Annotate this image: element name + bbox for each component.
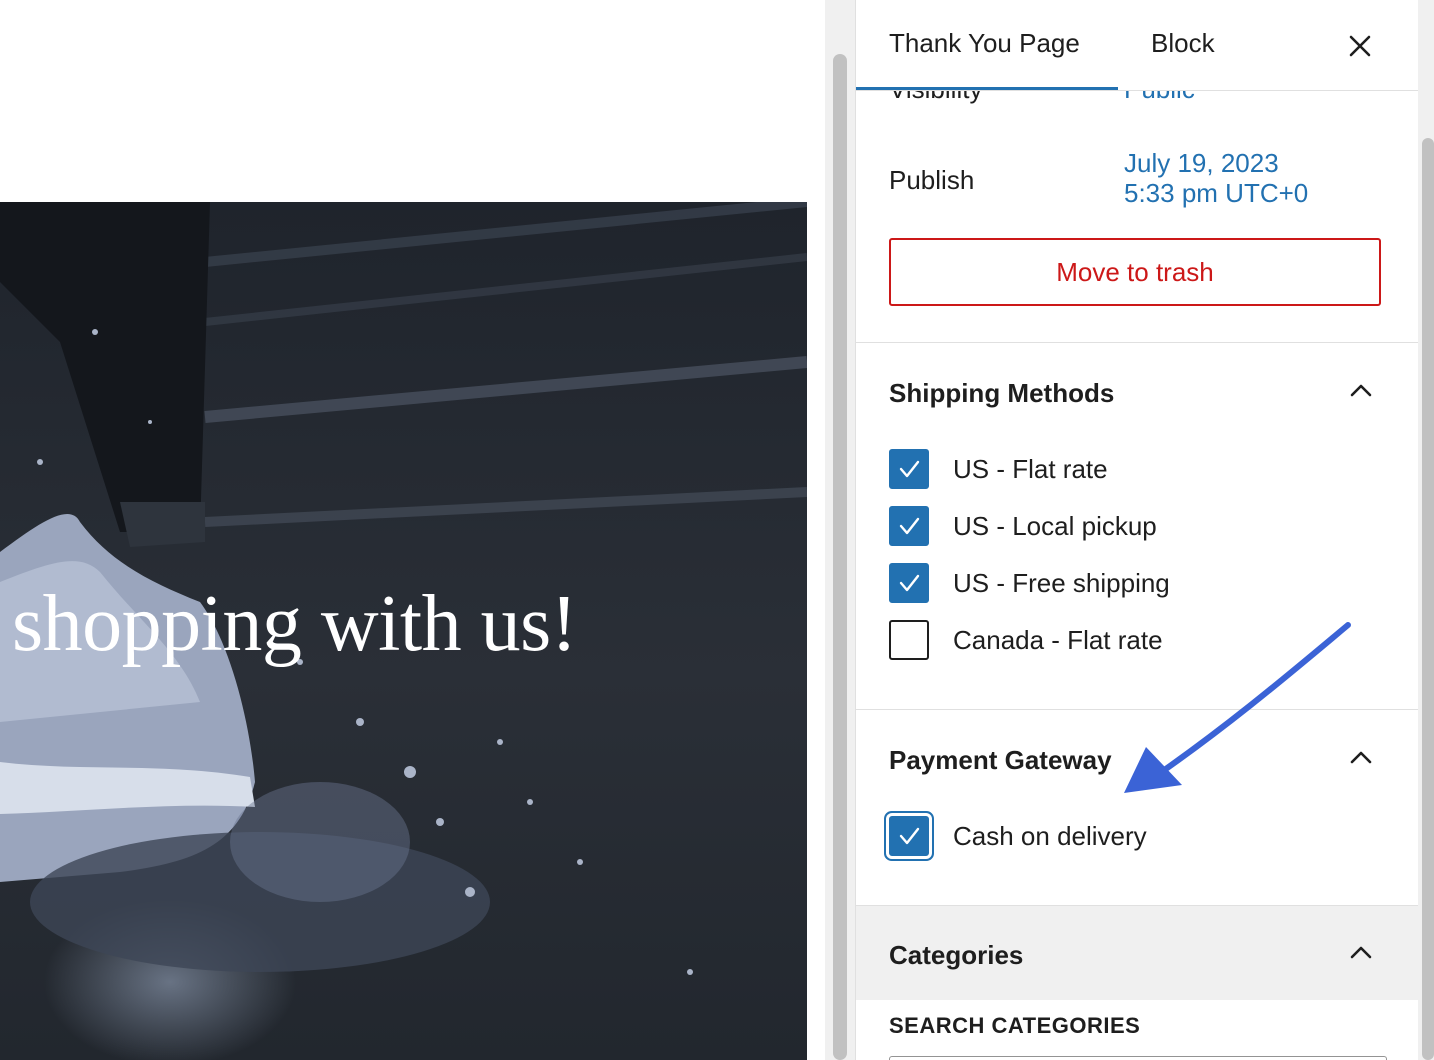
publish-time: 5:33 pm UTC+0 xyxy=(1124,178,1309,208)
checkbox[interactable] xyxy=(889,506,929,546)
check-icon xyxy=(899,517,920,535)
close-sidebar-button[interactable] xyxy=(1340,26,1380,66)
shipping-option[interactable]: US - Free shipping xyxy=(889,563,1170,603)
active-tab-indicator xyxy=(856,87,1118,90)
payment-option[interactable]: Cash on delivery xyxy=(889,816,1147,856)
categories-title[interactable]: Categories xyxy=(889,940,1023,971)
checkbox[interactable] xyxy=(889,563,929,603)
cover-block[interactable]: shopping with us! xyxy=(0,202,807,1060)
sidebar-scrollbar[interactable] xyxy=(1422,138,1434,1060)
checkbox[interactable] xyxy=(889,816,929,856)
editor-canvas: shopping with us! xyxy=(0,0,825,1060)
shipping-option[interactable]: US - Local pickup xyxy=(889,506,1157,546)
search-categories-input[interactable] xyxy=(889,1056,1387,1060)
shipping-option[interactable]: US - Flat rate xyxy=(889,449,1108,489)
checkbox-label: US - Local pickup xyxy=(953,510,1157,541)
payment-gateway-title[interactable]: Payment Gateway xyxy=(889,745,1112,776)
checkbox[interactable] xyxy=(889,449,929,489)
checkbox[interactable] xyxy=(889,620,929,660)
canvas-scrollbar[interactable] xyxy=(833,54,847,1060)
checkbox-label: Cash on delivery xyxy=(953,820,1147,851)
tab-document[interactable]: Thank You Page xyxy=(889,28,1080,59)
close-icon xyxy=(1349,35,1371,57)
panel-divider xyxy=(856,342,1418,343)
check-icon xyxy=(899,460,920,478)
annotation-arrow-icon xyxy=(1124,622,1351,793)
tab-block[interactable]: Block xyxy=(1151,28,1215,59)
check-icon xyxy=(899,574,920,592)
publish-date: July 19, 2023 xyxy=(1124,148,1279,178)
move-to-trash-button[interactable]: Move to trash xyxy=(889,238,1381,306)
checkbox-label: US - Free shipping xyxy=(953,567,1170,598)
settings-sidebar: Thank You Page Block Visibility Public P… xyxy=(855,0,1419,1060)
shipping-methods-title[interactable]: Shipping Methods xyxy=(889,378,1114,409)
search-categories-label: SEARCH CATEGORIES xyxy=(889,1013,1141,1038)
sidebar-tabs: Thank You Page Block xyxy=(856,0,1418,91)
chevron-up-icon[interactable] xyxy=(1346,378,1376,402)
checkbox-label: US - Flat rate xyxy=(953,453,1108,484)
publish-date-button[interactable]: July 19, 2023 5:33 pm UTC+0 xyxy=(1124,148,1308,208)
publish-label: Publish xyxy=(889,165,975,195)
cover-heading[interactable]: shopping with us! xyxy=(12,584,577,664)
check-icon xyxy=(899,827,920,845)
chevron-up-icon[interactable] xyxy=(1346,940,1376,964)
